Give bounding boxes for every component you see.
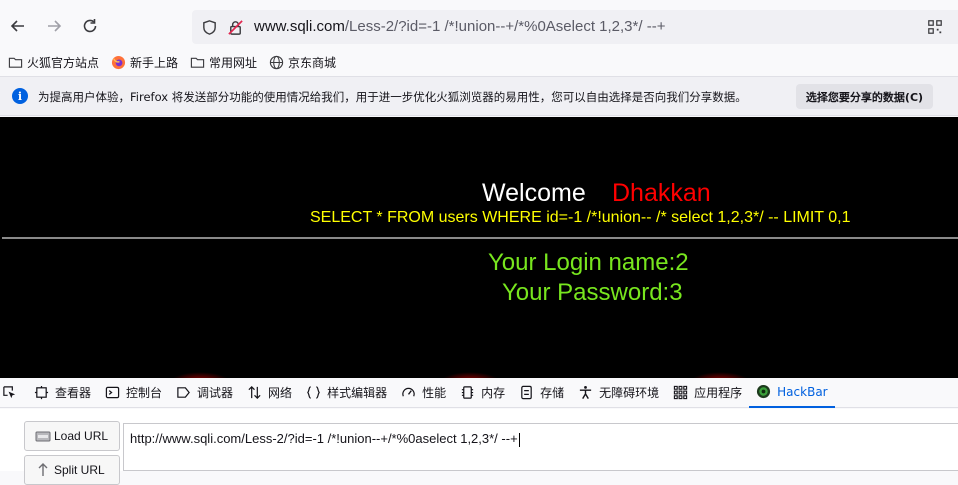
hackbar-icon [757,384,771,399]
element-picker-icon [3,386,16,399]
choose-data-share-button[interactable]: 选择您要分享的数据(C) [796,84,933,109]
accessibility-icon [580,385,592,399]
load-url-label: Load URL [54,429,109,443]
url-host: www.sqli.com [254,18,345,35]
bookmark-item[interactable]: 火狐官方站点 [8,54,99,71]
tab-hackbar[interactable]: HackBar [749,378,835,408]
tab-label: 存储 [540,386,565,400]
application-icon [673,385,688,400]
tab-network[interactable]: 网络 [240,378,299,408]
tab-debugger[interactable]: 调试器 [169,378,240,408]
performance-icon [402,387,415,397]
storage-icon [521,385,532,400]
tab-label: 无障碍环境 [599,386,660,400]
folder-icon [8,57,23,68]
bookmark-label: 京东商城 [288,55,337,70]
navigation-toolbar: www.sqli.com/Less-2/?id=-1 /*!union--+/*… [0,0,958,52]
tab-label: HackBar [777,384,828,399]
back-button[interactable] [4,12,32,40]
page-content: Welcome Dhakkan SELECT * FROM users WHER… [0,117,958,378]
load-url-button[interactable]: Load URL [24,421,120,451]
shield-icon[interactable] [200,18,218,36]
url-bar[interactable]: www.sqli.com/Less-2/?id=-1 /*!union--+/*… [192,10,958,44]
info-icon: i [12,88,28,104]
split-url-icon [38,463,48,476]
tab-label: 调试器 [197,386,234,400]
password-result: Your Password:3 [502,279,683,306]
globe-icon [269,55,284,69]
tab-accessibility[interactable]: 无障碍环境 [571,378,666,408]
notification-bar: i 为提高用户体验，Firefox 将发送部分功能的使用情况给我们，用于进一步优… [0,76,958,116]
reload-button[interactable] [76,12,104,40]
tab-console[interactable]: 控制台 [98,378,169,408]
tab-inspector[interactable]: 查看器 [27,378,98,408]
tab-style-editor[interactable]: 样式编辑器 [299,378,394,408]
tab-label: 控制台 [126,386,163,400]
split-url-label: Split URL [54,463,105,477]
welcome-name: Dhakkan [612,179,711,207]
element-picker-button[interactable] [0,378,27,408]
devtools-toolbar: 查看器 控制台 调试器 网络 样式编辑器 性能 内存 存储 无障碍环境 应用程序… [0,378,958,408]
hackbar-panel: Load URL Split URL http://www.sqli.com/L… [0,409,958,485]
tab-label: 样式编辑器 [327,386,388,400]
split-url-button[interactable]: Split URL [24,455,120,485]
text-caret [518,432,520,447]
tab-label: 内存 [481,386,506,400]
hackbar-url-value: http://www.sqli.com/Less-2/?id=-1 /*!uni… [130,431,518,446]
firefox-icon [111,55,126,69]
login-name-result: Your Login name:2 [488,249,689,276]
tab-label: 应用程序 [694,386,743,400]
bookmark-item[interactable]: 京东商城 [269,54,336,71]
url-text[interactable]: www.sqli.com/Less-2/?id=-1 /*!union--+/*… [254,18,665,35]
console-icon [105,386,120,399]
forward-button[interactable] [40,12,68,40]
back-arrow-icon [10,20,24,32]
style-editor-icon [307,386,320,399]
tab-storage[interactable]: 存储 [512,378,571,408]
tab-label: 查看器 [55,386,92,400]
bookmark-label: 新手上路 [130,55,179,70]
bookmark-item[interactable]: 新手上路 [111,54,178,71]
tab-label: 性能 [422,386,447,400]
tab-performance[interactable]: 性能 [394,378,453,408]
url-path: /Less-2/?id=-1 /*!union--+/*%0Aselect 1,… [344,18,666,35]
debugger-icon [177,387,190,398]
bookmark-item[interactable]: 常用网址 [190,54,257,71]
network-icon [248,386,261,399]
tab-application[interactable]: 应用程序 [666,378,749,408]
forward-arrow-icon [48,20,62,32]
bookmark-label: 火狐官方站点 [27,55,100,70]
folder-icon [190,57,205,68]
notification-message: 为提高用户体验，Firefox 将发送部分功能的使用情况给我们，用于进一步优化火… [38,90,747,104]
inspector-icon [34,385,49,400]
tab-label: 网络 [268,386,293,400]
memory-icon [461,386,474,399]
reload-icon [83,19,97,33]
bookmarks-bar: 火狐官方站点 新手上路 常用网址 京东商城 [0,50,958,74]
welcome-text: Welcome [482,179,586,207]
sql-query-text: SELECT * FROM users WHERE id=-1 /*!union… [310,209,851,226]
load-url-icon [35,431,51,442]
bookmark-label: 常用网址 [209,55,258,70]
tab-memory[interactable]: 内存 [453,378,512,408]
qr-code-icon[interactable] [926,18,944,36]
hackbar-url-input[interactable]: http://www.sqli.com/Less-2/?id=-1 /*!uni… [123,423,958,471]
insecure-lock-icon[interactable] [226,18,244,36]
horizontal-rule [2,237,958,239]
